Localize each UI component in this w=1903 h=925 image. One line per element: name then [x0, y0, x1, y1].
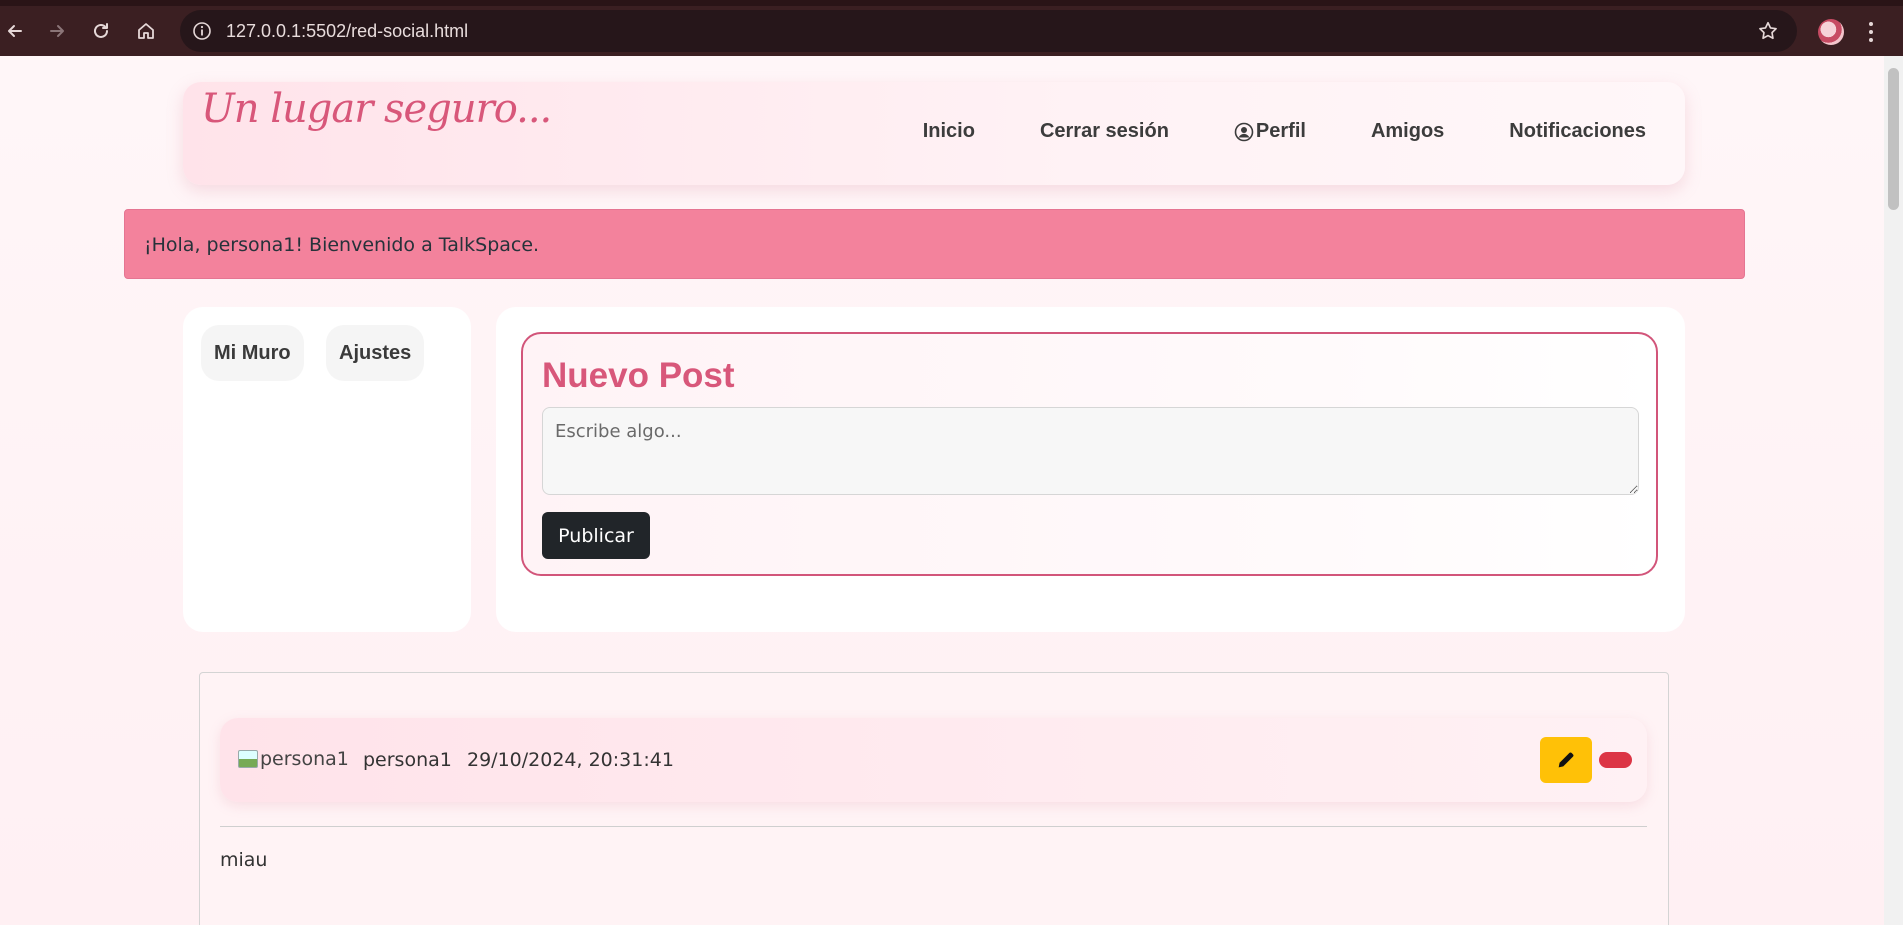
menu-dots-icon[interactable]	[1866, 20, 1876, 44]
post-header: persona1 persona1 29/10/2024, 20:31:41	[220, 718, 1647, 802]
nav-perfil[interactable]: Perfil	[1234, 120, 1306, 143]
user-circle-icon	[1234, 122, 1254, 141]
forward-icon[interactable]	[42, 16, 72, 46]
delete-post-button[interactable]	[1599, 752, 1632, 768]
nav-cerrar-sesion[interactable]: Cerrar sesión	[1040, 120, 1169, 143]
home-icon[interactable]	[131, 16, 161, 46]
site-header: Un lugar seguro... Inicio Cerrar sesión …	[183, 82, 1685, 185]
post-username: persona1	[363, 749, 452, 771]
post-avatar-alt: persona1	[260, 748, 349, 770]
sidebar: Mi Muro Ajustes	[183, 307, 471, 632]
main-panel: Nuevo Post Publicar	[496, 307, 1685, 632]
post-textarea[interactable]	[542, 407, 1639, 495]
new-post-form: Nuevo Post Publicar	[521, 332, 1658, 576]
reload-icon[interactable]	[86, 16, 116, 46]
bookmark-star-icon[interactable]	[1757, 20, 1779, 42]
site-info-icon[interactable]	[192, 21, 212, 41]
post-avatar: persona1	[238, 748, 349, 770]
post-content: miau	[220, 849, 268, 871]
site-logo[interactable]: Un lugar seguro...	[201, 86, 552, 132]
post-timestamp: 29/10/2024, 20:31:41	[467, 749, 674, 771]
broken-image-icon	[238, 750, 258, 768]
edit-post-button[interactable]	[1540, 737, 1592, 783]
url-text: 127.0.0.1:5502/red-social.html	[226, 21, 469, 41]
scrollbar-thumb[interactable]	[1888, 68, 1899, 210]
post-feed: persona1 persona1 29/10/2024, 20:31:41 m…	[199, 672, 1669, 925]
new-post-title: Nuevo Post	[542, 356, 735, 395]
nav-inicio[interactable]: Inicio	[923, 120, 975, 143]
address-bar[interactable]: 127.0.0.1:5502/red-social.html	[180, 10, 1797, 52]
sidebar-item-ajustes[interactable]: Ajustes	[326, 325, 425, 381]
browser-toolbar: 127.0.0.1:5502/red-social.html	[0, 0, 1903, 56]
main-nav: Inicio Cerrar sesión Perfil Amigos Notif…	[923, 120, 1646, 143]
welcome-alert: ¡Hola, persona1! Bienvenido a TalkSpace.	[124, 209, 1745, 279]
profile-avatar[interactable]	[1818, 19, 1844, 45]
sidebar-item-mi-muro[interactable]: Mi Muro	[201, 325, 304, 381]
pencil-icon	[1558, 752, 1574, 768]
page-scrollbar[interactable]	[1884, 56, 1903, 925]
nav-amigos[interactable]: Amigos	[1371, 120, 1444, 143]
publish-button[interactable]: Publicar	[542, 512, 650, 559]
page-viewport: Un lugar seguro... Inicio Cerrar sesión …	[0, 56, 1884, 925]
nav-notificaciones[interactable]: Notificaciones	[1509, 120, 1646, 143]
back-icon[interactable]	[0, 16, 30, 46]
post-divider	[220, 826, 1647, 827]
